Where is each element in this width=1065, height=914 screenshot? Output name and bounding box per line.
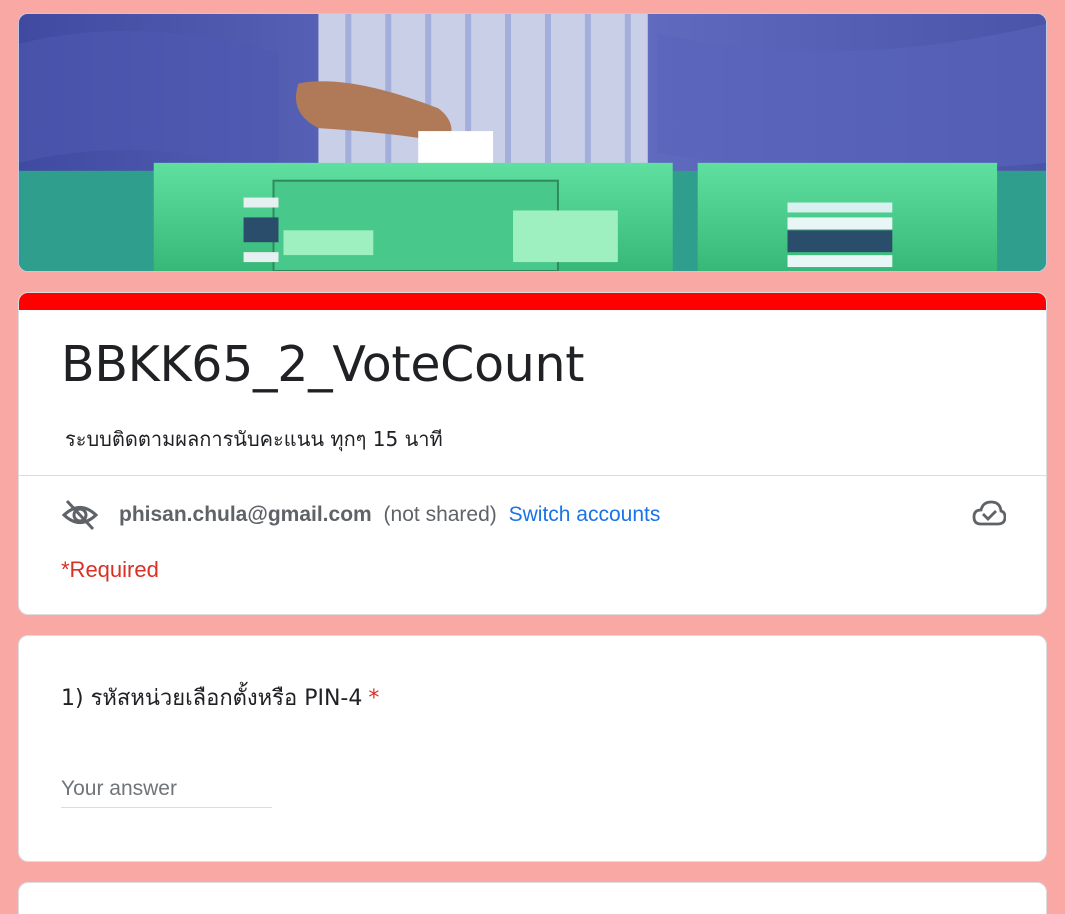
- form-header-card: BBKK65_2_VoteCount ระบบติดตามผลการนับคะแ…: [18, 292, 1047, 615]
- account-row: phisan.chula@gmail.com (not shared) Swit…: [61, 497, 1007, 533]
- account-email: phisan.chula@gmail.com: [119, 503, 372, 526]
- divider: [19, 475, 1046, 476]
- header-banner-image: [18, 13, 1047, 272]
- question-label: 1) รหัสหน่วยเลือกตั้งหรือ PIN-4 *: [61, 680, 379, 715]
- shared-status: (not shared): [383, 503, 497, 526]
- switch-accounts-link[interactable]: Switch accounts: [509, 503, 661, 526]
- account-info: phisan.chula@gmail.com (not shared) Swit…: [119, 503, 660, 527]
- question-card: 1) รหัสหน่วยเลือกตั้งหรือ PIN-4 *: [18, 635, 1047, 862]
- question-text: 1) รหัสหน่วยเลือกตั้งหรือ PIN-4: [61, 686, 363, 711]
- answer-input[interactable]: [61, 770, 272, 808]
- required-note: *Required: [61, 557, 159, 582]
- form-title: BBKK65_2_VoteCount: [61, 336, 585, 393]
- cloud-done-icon: [972, 499, 1007, 529]
- visibility-off-icon: [61, 497, 99, 533]
- form-description: ระบบติดตามผลการนับคะแนน ทุกๆ 15 นาที: [65, 427, 443, 451]
- next-question-card: [18, 882, 1047, 914]
- required-marker: *: [368, 686, 380, 711]
- accent-bar: [19, 293, 1046, 310]
